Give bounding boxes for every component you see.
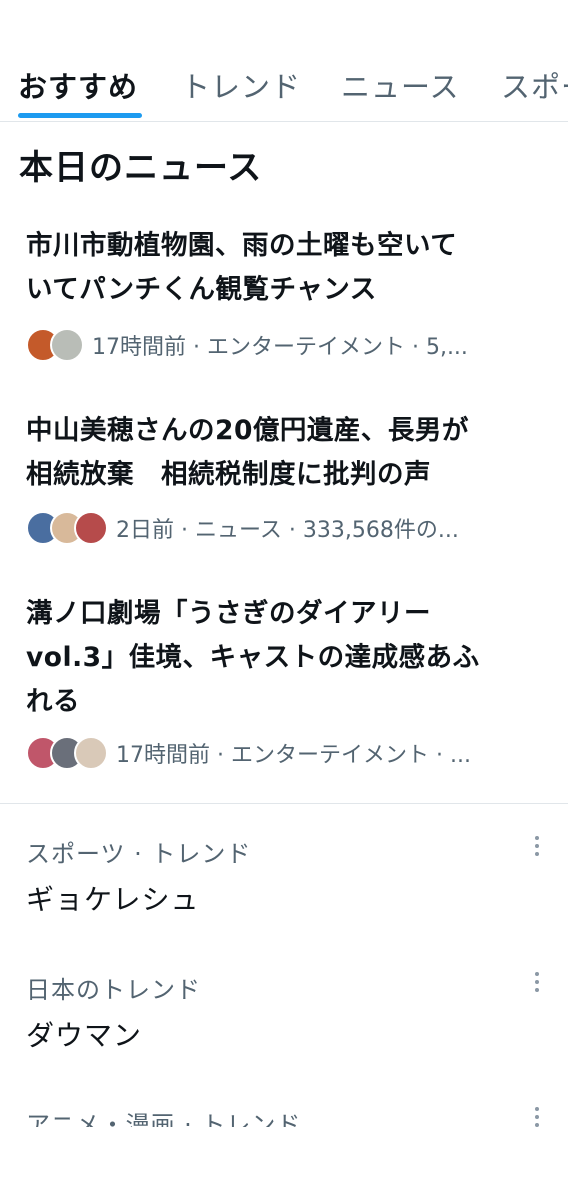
news-meta: 2日前 · ニュース · 333,568件の... bbox=[26, 509, 546, 547]
trend-category: 日本のトレンド bbox=[26, 976, 201, 1004]
trend-name: ダウマン bbox=[26, 1019, 143, 1052]
news-title: 溝ノ口劇場「うさぎのダイアリー vol.3」佳境、キャストの達成感あふ れる bbox=[26, 592, 546, 724]
tab-trending[interactable]: トレンド bbox=[181, 64, 301, 106]
news-title: 中山美穂さんの20億円遺産、長男が 相続放棄 相続税制度に批判の声 bbox=[26, 409, 546, 497]
news-item[interactable]: 中山美穂さんの20億円遺産、長男が 相続放棄 相続税制度に批判の声 2日前 · … bbox=[0, 405, 568, 555]
news-title-line: れる bbox=[26, 686, 80, 717]
news-meta-text: 2日前 · ニュース · 333,568件の... bbox=[116, 518, 459, 543]
tab-news[interactable]: ニュース bbox=[341, 64, 460, 106]
avatar bbox=[74, 511, 108, 545]
active-tab-indicator bbox=[18, 113, 142, 118]
news-title-line: vol.3」佳境、キャストの達成感あふ bbox=[26, 642, 480, 673]
trend-category: スポーツ · トレンド bbox=[26, 840, 252, 868]
section-title: 本日のニュース bbox=[19, 148, 263, 188]
more-vertical-icon[interactable] bbox=[526, 834, 550, 860]
more-vertical-icon[interactable] bbox=[526, 970, 550, 996]
avatar-group bbox=[26, 511, 108, 545]
news-meta-text: 17時間前 · エンターテイメント · ... bbox=[116, 743, 471, 768]
trend-item[interactable]: 日本のトレンド ダウマン bbox=[0, 970, 568, 1080]
avatar bbox=[74, 736, 108, 770]
explore-screen: おすすめ トレンド ニュース スポー 本日のニュース 市川市動植物園、雨の土曜も… bbox=[0, 0, 568, 1199]
news-title: 市川市動植物園、雨の土曜も空いて いてパンチくん観覧チャンス bbox=[26, 224, 546, 312]
avatar-group bbox=[26, 328, 84, 362]
news-title-line: 市川市動植物園、雨の土曜も空いて bbox=[26, 230, 458, 261]
more-vertical-icon[interactable] bbox=[526, 1105, 550, 1127]
news-item[interactable]: 溝ノ口劇場「うさぎのダイアリー vol.3」佳境、キャストの達成感あふ れる 1… bbox=[0, 588, 568, 778]
avatar bbox=[50, 328, 84, 362]
section-divider bbox=[0, 803, 568, 804]
trend-name: ギョケレシュ bbox=[26, 883, 200, 916]
tab-recommended[interactable]: おすすめ bbox=[18, 64, 138, 106]
news-title-line: 相続放棄 相続税制度に批判の声 bbox=[26, 459, 431, 490]
news-meta-text: 17時間前 · エンターテイメント · 5,... bbox=[92, 335, 468, 360]
news-item[interactable]: 市川市動植物園、雨の土曜も空いて いてパンチくん観覧チャンス 17時間前 · エ… bbox=[0, 220, 568, 370]
news-title-line: 溝ノ口劇場「うさぎのダイアリー bbox=[26, 598, 431, 629]
avatar-group bbox=[26, 736, 108, 770]
news-title-line: 中山美穂さんの20億円遺産、長男が bbox=[26, 415, 469, 446]
tab-sports[interactable]: スポー bbox=[501, 64, 568, 106]
news-meta: 17時間前 · エンターテイメント · 5,... bbox=[26, 326, 546, 364]
explore-tabs: おすすめ トレンド ニュース スポー bbox=[0, 0, 568, 122]
news-meta: 17時間前 · エンターテイメント · ... bbox=[26, 734, 546, 772]
trend-item[interactable]: スポーツ · トレンド ギョケレシュ bbox=[0, 834, 568, 944]
trend-category: アニメ・漫画 · トレンド bbox=[26, 1111, 302, 1127]
trend-item[interactable]: アニメ・漫画 · トレンド bbox=[0, 1105, 568, 1127]
news-title-line: いてパンチくん観覧チャンス bbox=[26, 274, 377, 305]
